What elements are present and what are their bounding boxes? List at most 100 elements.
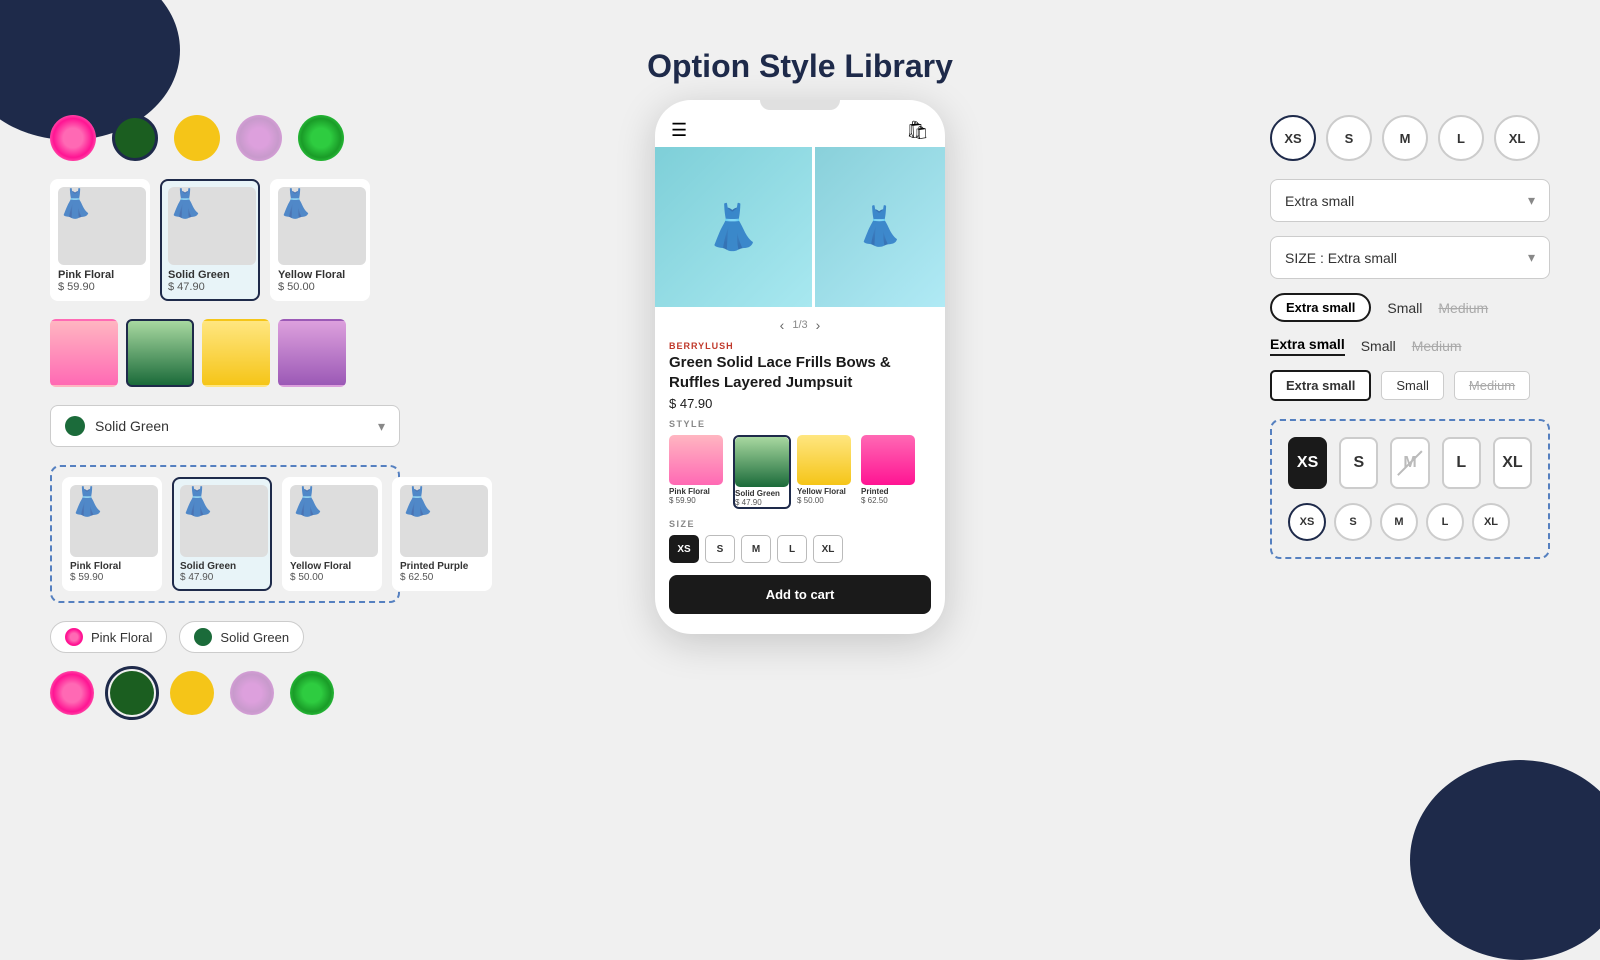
size-dropdown-2[interactable]: SIZE : Extra small ▾ [1270, 236, 1550, 279]
text-size-medium-1[interactable]: Medium [1438, 300, 1488, 316]
product-card-pink-floral[interactable]: 👗 Pink Floral $ 59.90 [50, 179, 150, 301]
product-card-price: $ 50.00 [278, 281, 362, 293]
nav-next-icon[interactable]: › [816, 317, 821, 333]
dress-figure-main: 👗 [706, 201, 761, 253]
thumbnail-row [50, 319, 400, 387]
bottom-circle-green[interactable] [110, 671, 154, 715]
round-size-row: XS S M L XL [1270, 115, 1550, 161]
color-circle-dark-green[interactable] [112, 115, 158, 161]
hamburger-icon[interactable]: ☰ [671, 120, 687, 141]
style-card-printed-purple[interactable]: 👗 Printed Purple $ 62.50 [392, 477, 492, 591]
cart-icon[interactable]: 🛍 [906, 120, 929, 141]
style-card-yellow-floral[interactable]: 👗 Yellow Floral $ 50.00 [282, 477, 382, 591]
large-size-s[interactable]: S [1339, 437, 1378, 489]
brand-label: BERRYLUSH [669, 341, 931, 351]
color-circle-bright-green[interactable] [298, 115, 344, 161]
thumbnail-yellow[interactable] [202, 319, 270, 387]
phone-style-green[interactable]: Solid Green $ 47.90 [733, 435, 791, 509]
phone-size-s[interactable]: S [705, 535, 735, 563]
bottom-circle-pink[interactable] [50, 671, 94, 715]
box-size-medium[interactable]: Medium [1454, 371, 1530, 400]
large-size-m[interactable]: M [1390, 437, 1429, 489]
phone-style-name: Yellow Floral [797, 487, 855, 496]
phone-style-img [797, 435, 851, 485]
color-dropdown[interactable]: Solid Green ▾ [50, 405, 400, 447]
bottom-color-circles [50, 671, 400, 715]
tag-dot [65, 628, 83, 646]
color-tag-solid-green[interactable]: Solid Green [179, 621, 304, 653]
size-dropdown-1-label: Extra small [1285, 193, 1354, 209]
phone-size-m[interactable]: M [741, 535, 771, 563]
phone-header: ☰ 🛍 [655, 110, 945, 147]
box-size-small[interactable]: Small [1381, 371, 1444, 400]
style-card-name: Printed Purple [400, 561, 484, 572]
thumbnail-pink[interactable] [50, 319, 118, 387]
phone-product-title: Green Solid Lace Frills Bows & Ruffles L… [669, 353, 931, 392]
style-card-pink-floral[interactable]: 👗 Pink Floral $ 59.90 [62, 477, 162, 591]
round-size-s[interactable]: S [1326, 115, 1372, 161]
size-dropdown-2-label: SIZE : Extra small [1285, 250, 1397, 266]
small-round-xl[interactable]: XL [1472, 503, 1510, 541]
style-card-img: 👗 [400, 485, 488, 557]
box-size-extra-small[interactable]: Extra small [1270, 370, 1371, 401]
round-size-xl[interactable]: XL [1494, 115, 1540, 161]
color-tags-row: Pink Floral Solid Green [50, 621, 400, 653]
size-dropdown-1[interactable]: Extra small ▾ [1270, 179, 1550, 222]
product-card-solid-green[interactable]: 👗 Solid Green $ 47.90 [160, 179, 260, 301]
phone-style-pink[interactable]: Pink Floral $ 59.90 [669, 435, 727, 509]
style-card-img: 👗 [70, 485, 158, 557]
style-cards-dashed-box: 👗 Pink Floral $ 59.90 👗 Solid Green $ 47… [50, 465, 400, 603]
large-size-xl[interactable]: XL [1493, 437, 1532, 489]
large-size-xs[interactable]: XS [1288, 437, 1327, 489]
style-card-price: $ 50.00 [290, 572, 374, 583]
style-card-img: 👗 [290, 485, 378, 557]
text-size-extra-small-pill[interactable]: Extra small [1270, 293, 1371, 322]
thumbnail-purple[interactable] [278, 319, 346, 387]
style-card-price: $ 62.50 [400, 572, 484, 583]
style-card-price: $ 47.90 [180, 572, 264, 583]
box-size-row: Extra small Small Medium [1270, 370, 1550, 401]
thumbnail-green[interactable] [126, 319, 194, 387]
phone-size-xs[interactable]: XS [669, 535, 699, 563]
color-circle-pink-floral[interactable] [50, 115, 96, 161]
small-round-s[interactable]: S [1334, 503, 1372, 541]
style-section-label: STYLE [669, 419, 931, 429]
large-size-row: XS S M L XL [1288, 437, 1532, 489]
text-size-row-1: Extra small Small Medium [1270, 293, 1550, 322]
small-round-l[interactable]: L [1426, 503, 1464, 541]
text-size-extra-small-underline[interactable]: Extra small [1270, 336, 1345, 356]
bottom-circle-yellow[interactable] [170, 671, 214, 715]
phone-container: ☰ 🛍 👗 👗 ‹ 1/3 › BERRYLUSH Green Solid La… [655, 100, 945, 634]
product-card-img: 👗 [278, 187, 366, 265]
large-size-l[interactable]: L [1442, 437, 1481, 489]
text-size-small-1[interactable]: Small [1387, 300, 1422, 316]
product-images: 👗 👗 [655, 147, 945, 307]
style-card-name: Yellow Floral [290, 561, 374, 572]
product-card-yellow-floral[interactable]: 👗 Yellow Floral $ 50.00 [270, 179, 370, 301]
text-size-medium-2[interactable]: Medium [1412, 338, 1462, 354]
bottom-circle-purple[interactable] [230, 671, 274, 715]
phone-style-price: $ 62.50 [861, 496, 919, 505]
color-tag-pink-floral[interactable]: Pink Floral [50, 621, 167, 653]
phone-style-yellow[interactable]: Yellow Floral $ 50.00 [797, 435, 855, 509]
text-size-small-2[interactable]: Small [1361, 338, 1396, 354]
small-round-size-row: XS S M L XL [1288, 503, 1532, 541]
phone-size-xl[interactable]: XL [813, 535, 843, 563]
round-size-l[interactable]: L [1438, 115, 1484, 161]
color-circle-purple[interactable] [236, 115, 282, 161]
bottom-circle-bright-green[interactable] [290, 671, 334, 715]
style-card-price: $ 59.90 [70, 572, 154, 583]
dropdown-label: Solid Green [95, 418, 169, 434]
chevron-down-icon: ▾ [1528, 249, 1535, 266]
style-card-solid-green[interactable]: 👗 Solid Green $ 47.90 [172, 477, 272, 591]
dropdown-left: Solid Green [65, 416, 169, 436]
color-circle-yellow[interactable] [174, 115, 220, 161]
round-size-m[interactable]: M [1382, 115, 1428, 161]
round-size-xs[interactable]: XS [1270, 115, 1316, 161]
phone-style-printed[interactable]: Printed $ 62.50 [861, 435, 919, 509]
nav-prev-icon[interactable]: ‹ [780, 317, 785, 333]
small-round-m[interactable]: M [1380, 503, 1418, 541]
add-to-cart-button[interactable]: Add to cart [669, 575, 931, 614]
small-round-xs[interactable]: XS [1288, 503, 1326, 541]
phone-size-l[interactable]: L [777, 535, 807, 563]
